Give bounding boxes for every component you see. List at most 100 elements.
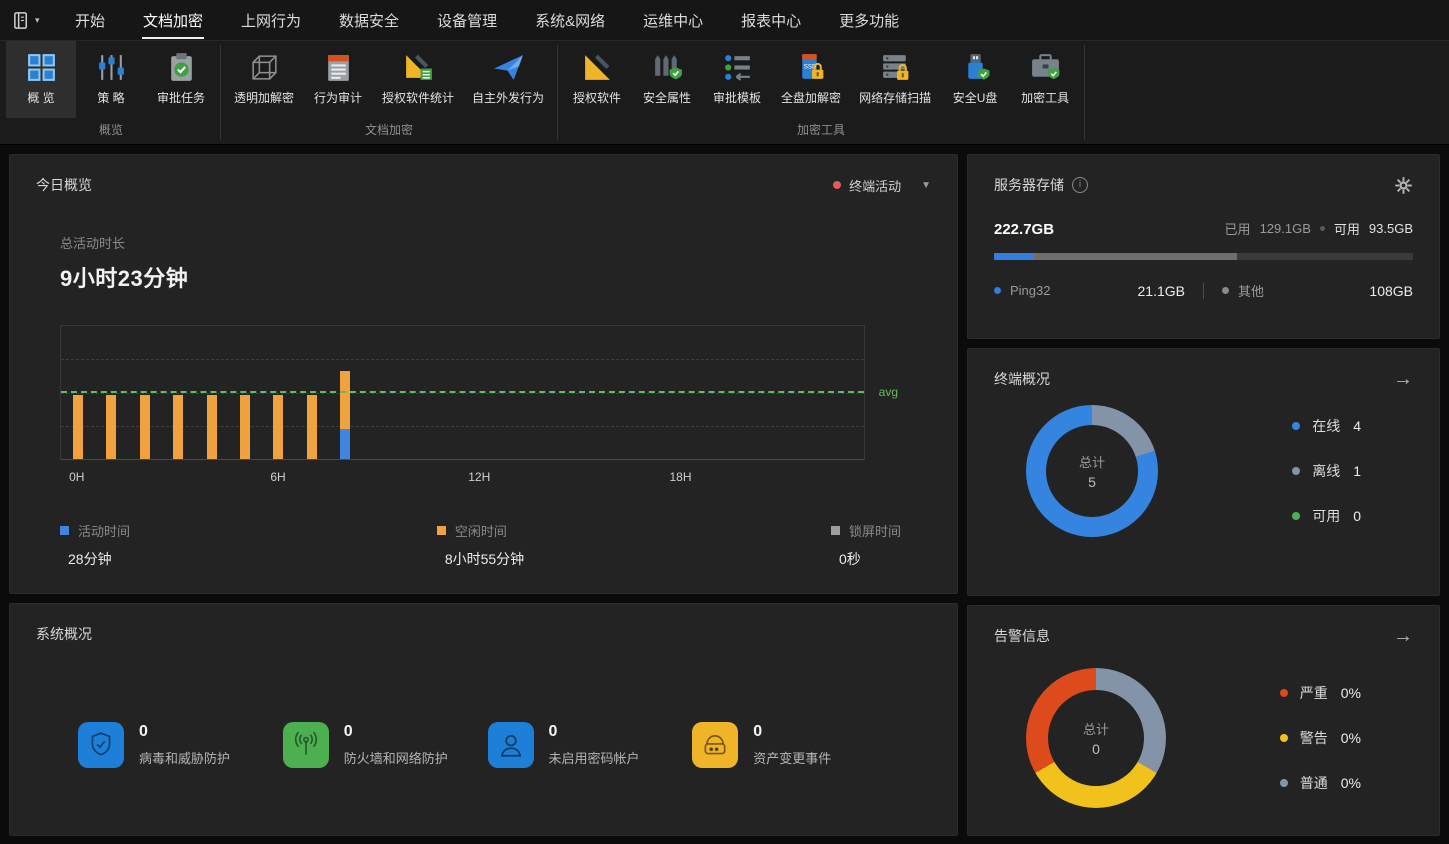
- stat-value: 0: [139, 723, 148, 740]
- nav-item-report-center[interactable]: 报表中心: [740, 1, 802, 39]
- overview-grid-icon: [27, 54, 55, 81]
- legend-dot: [994, 287, 1001, 294]
- alerts-legend: 严重 0% 警告 0% 普通 0%: [1279, 683, 1361, 793]
- shield-check-icon: [91, 732, 111, 756]
- app-menu-button[interactable]: ▾: [12, 11, 60, 30]
- card-title-storage: 服务器存储: [994, 177, 1064, 193]
- divider: [1203, 282, 1204, 299]
- ribbon-button-approval-tasks[interactable]: 审批任务: [146, 41, 216, 118]
- legend-label: 活动时间: [78, 524, 131, 539]
- server-storage-card: 服务器存储 i 222.7GB 已用 129.1GB 可用 93.5GB Pin…: [967, 154, 1440, 339]
- ribbon-button-network-storage-scan[interactable]: 网络存储扫描: [850, 41, 940, 118]
- storage-item-label: Ping32: [1010, 283, 1051, 298]
- ribbon-button-outgoing-behavior[interactable]: 自主外发行为: [463, 41, 553, 118]
- stat-label: 未启用密码帐户: [548, 751, 640, 766]
- terminal-legend: 在线 4 离线 1 可用 0: [1292, 416, 1361, 526]
- ribbon-button-behavior-audit[interactable]: 行为审计: [303, 41, 373, 118]
- bar-hour-1: [106, 326, 117, 459]
- nav-item-web-behavior[interactable]: 上网行为: [240, 1, 302, 39]
- fulldisk-encrypt-icon: SSD: [801, 54, 823, 79]
- storage-item-value: 21.1GB: [1137, 282, 1185, 299]
- nav-item-start[interactable]: 开始: [74, 1, 106, 39]
- ribbon-button-fulldisk-encrypt[interactable]: SSD 全盘加解密: [772, 41, 850, 118]
- ribbon-button-overview[interactable]: 概 览: [6, 41, 76, 118]
- arrow-right-icon[interactable]: →: [1393, 369, 1413, 389]
- activity-chart-plot: avg: [60, 325, 898, 460]
- total-activity-label: 总活动时长: [60, 236, 126, 251]
- ribbon-button-transparent-encrypt[interactable]: 透明加解密: [225, 41, 303, 118]
- gear-icon[interactable]: [1394, 176, 1413, 195]
- main-nav: 开始 文档加密 上网行为 数据安全 设备管理 系统&网络 运维中心 报表中心 更…: [74, 1, 900, 39]
- legend-normal: 普通 0%: [1279, 773, 1361, 793]
- x-axis-labels: 0H 6H 12H 18H: [60, 465, 865, 489]
- legend-active-time: 活动时间 28分钟: [60, 521, 130, 569]
- donut-center-label: 总计: [1078, 455, 1105, 470]
- storage-used-label: 已用: [1224, 222, 1251, 237]
- nav-item-system-network[interactable]: 系统&网络: [534, 1, 606, 39]
- legend-offline: 离线 1: [1292, 461, 1361, 481]
- ribbon-button-label: 授权软件统计: [382, 91, 455, 105]
- ribbon-button-authorized-software-stats[interactable]: 授权软件统计: [373, 41, 463, 118]
- donut-center-value: 0: [1092, 741, 1100, 757]
- legend-value: 0秒: [838, 551, 861, 567]
- legend-value: 1: [1353, 463, 1361, 479]
- legend-idle-time: 空闲时间 8小时55分钟: [436, 521, 525, 569]
- x-tick-label: 12H: [468, 470, 491, 484]
- legend-label: 离线: [1312, 463, 1341, 479]
- legend-label: 空闲时间: [454, 524, 507, 539]
- storage-usage-bar: [994, 253, 1413, 260]
- ribbon-button-label: 加密工具: [1021, 91, 1070, 105]
- encrypt-tools-icon: [1031, 54, 1059, 80]
- terminal-overview-card: 终端概况 → 总计 5 在线 4 离线 1 可用 0: [967, 348, 1440, 596]
- stat-virus-threat[interactable]: 0 病毒和威胁防护: [78, 722, 283, 768]
- storage-bar-ping32: [994, 253, 1034, 260]
- legend-swatch: [60, 526, 69, 535]
- storage-used-value: 129.1GB: [1259, 221, 1311, 236]
- ribbon-separator: [1084, 45, 1086, 140]
- storage-bar-other: [1033, 253, 1237, 260]
- ribbon-button-label: 安全属性: [643, 91, 692, 105]
- ribbon-button-approval-template[interactable]: 审批模板: [702, 41, 772, 118]
- ribbon-toolbar: 概 览 策 略 审批任务 概览 透明加解密 行为审计 授权软件统计 自主外发行为…: [0, 40, 1449, 145]
- stat-asset-change[interactable]: 0 资产变更事件: [692, 722, 897, 768]
- activity-filter-dropdown[interactable]: 终端活动 ▼: [833, 176, 931, 195]
- card-title-today: 今日概览: [36, 177, 92, 193]
- bar-hour-0: [72, 326, 83, 459]
- bar-hour-4: [206, 326, 217, 459]
- legend-value: 8小时55分钟: [444, 551, 525, 567]
- legend-swatch: [830, 526, 840, 535]
- policy-sliders-icon: [98, 55, 124, 80]
- legend-online: 在线 4: [1292, 416, 1361, 436]
- ribbon-button-label: 审批模板: [713, 91, 762, 105]
- behavior-audit-icon: [327, 55, 349, 81]
- nav-item-more[interactable]: 更多功能: [838, 1, 900, 39]
- card-title-alerts: 告警信息: [994, 628, 1050, 644]
- ribbon-button-security-attribute[interactable]: 安全属性: [632, 41, 702, 118]
- stat-firewall-network[interactable]: 0 防火墙和网络防护: [282, 722, 488, 768]
- arrow-right-icon[interactable]: →: [1393, 626, 1413, 646]
- nav-item-ops-center[interactable]: 运维中心: [642, 1, 704, 39]
- x-tick-label: 18H: [669, 470, 692, 484]
- legend-dot: [1222, 287, 1229, 294]
- stat-value: 0: [548, 723, 558, 740]
- bar-hour-2: [139, 326, 150, 459]
- legend-value: 0%: [1340, 730, 1361, 746]
- nav-item-doc-encrypt[interactable]: 文档加密: [142, 1, 205, 39]
- legend-dot: [1292, 512, 1301, 520]
- legend-dot: [1279, 734, 1288, 742]
- system-overview-card: 系统概况 0 病毒和威胁防护 0 防火墙和网络防护 0 未启用密码帐户 0 资产…: [9, 603, 958, 836]
- menubar: ▾ 开始 文档加密 上网行为 数据安全 设备管理 系统&网络 运维中心 报表中心…: [0, 0, 1449, 40]
- info-icon[interactable]: i: [1072, 177, 1088, 193]
- legend-label: 锁屏时间: [848, 524, 901, 539]
- ribbon-button-authorized-software[interactable]: 授权软件: [562, 41, 632, 118]
- ribbon-button-policy[interactable]: 策 略: [76, 41, 146, 118]
- legend-dot: [1292, 422, 1301, 430]
- ribbon-button-encrypt-tools[interactable]: 加密工具: [1010, 41, 1080, 118]
- legend-label: 普通: [1299, 775, 1328, 791]
- nav-item-device-mgmt[interactable]: 设备管理: [436, 1, 498, 39]
- ribbon-button-secure-usb[interactable]: 安全U盘: [940, 41, 1010, 118]
- stat-no-password-account[interactable]: 0 未启用密码帐户: [487, 722, 693, 768]
- authorized-software-stats-icon: [405, 54, 432, 80]
- legend-value: 4: [1353, 418, 1361, 434]
- nav-item-data-security[interactable]: 数据安全: [338, 1, 400, 39]
